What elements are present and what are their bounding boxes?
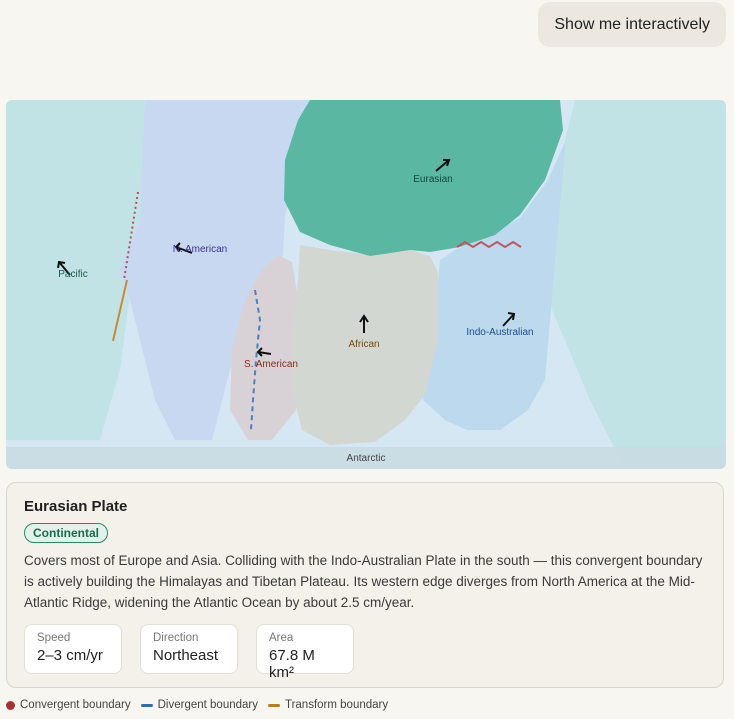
stat-label: Speed	[37, 632, 71, 644]
transform-swatch-icon	[267, 703, 280, 707]
plate-label-north-american: N. American	[173, 244, 227, 255]
legend-transform: Transform boundary	[267, 699, 389, 711]
legend-label: Convergent boundary	[20, 699, 131, 711]
stat-value: 2–3 cm/yr	[37, 647, 103, 664]
stat-area: Area 67.8 M km²	[256, 624, 354, 681]
plate-map: Eurasian Pacific N. American African S. …	[6, 100, 726, 469]
stat-label: Area	[269, 632, 294, 644]
legend-label: Divergent boundary	[157, 699, 258, 711]
stat-value: Northeast	[153, 647, 219, 664]
legend-label: Transform boundary	[284, 699, 389, 711]
plate-label-pacific: Pacific	[58, 269, 87, 280]
divergent-swatch-icon	[140, 703, 153, 707]
user-message-bubble: Show me interactively	[538, 2, 726, 47]
legend-divergent: Divergent boundary	[140, 699, 258, 711]
stat-direction: Direction Northeast	[140, 624, 238, 674]
plate-label-indo-australian: Indo-Australian	[466, 327, 533, 338]
plate-detail-card: Eurasian Plate Continental Covers most o…	[6, 482, 724, 688]
boundary-legend: Convergent boundary Divergent boundary T…	[6, 699, 388, 711]
plate-type-badge: Continental	[24, 523, 108, 543]
plate-label-eurasian: Eurasian	[413, 174, 452, 185]
stat-value: 67.8 M km²	[269, 647, 315, 681]
plate-label-south-american: S. American	[244, 359, 298, 370]
stat-speed: Speed 2–3 cm/yr	[24, 624, 122, 674]
plate-title: Eurasian Plate	[24, 498, 128, 515]
convergent-swatch-icon	[6, 700, 15, 710]
plate-label-african: African	[348, 339, 379, 350]
stat-label: Direction	[153, 632, 199, 644]
plate-description: Covers most of Europe and Asia. Collidin…	[24, 553, 703, 610]
plate-label-antarctic: Antarctic	[347, 453, 386, 464]
legend-convergent: Convergent boundary	[6, 699, 131, 711]
